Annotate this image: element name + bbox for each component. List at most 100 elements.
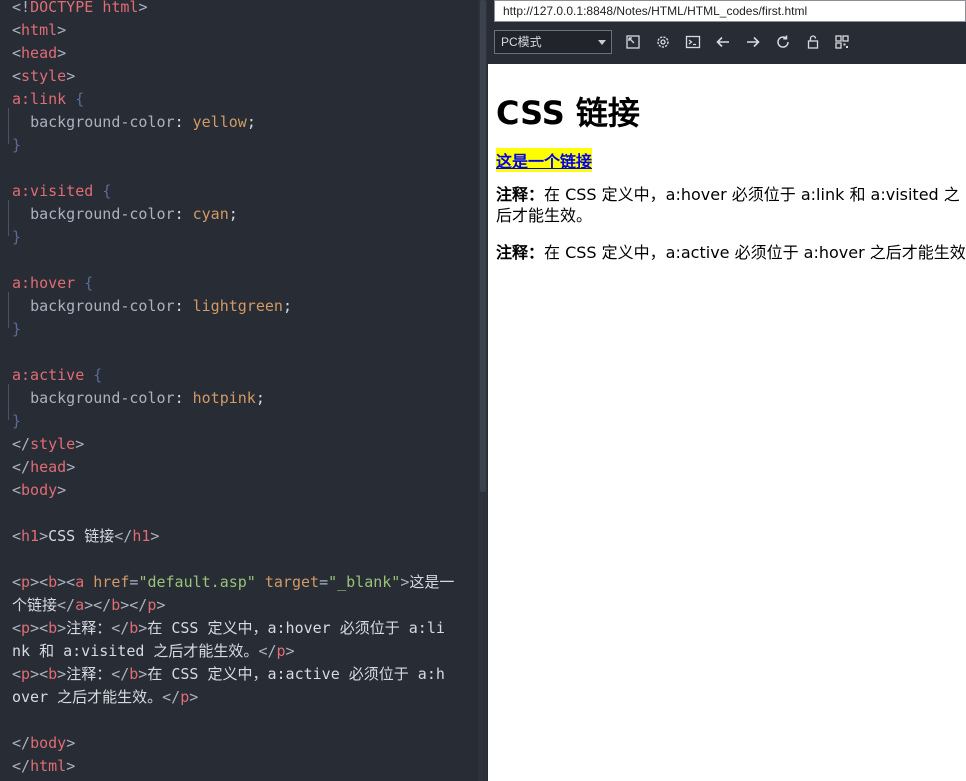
code-token: p [21, 665, 31, 683]
code-token: h1 [21, 527, 40, 545]
code-line: background-color: cyan; [12, 203, 238, 226]
code-token: 在 CSS 定义中，a:hover 必须位于 a:li [147, 619, 445, 637]
code-line: a:active { [12, 364, 102, 387]
code-token: ></ [84, 596, 112, 614]
code-token: </ [111, 665, 130, 683]
lock-icon[interactable] [804, 33, 822, 51]
code-token: p [180, 688, 190, 706]
indent-guide [8, 108, 9, 144]
code-token: html [102, 0, 139, 16]
code-line: background-color: lightgreen; [12, 295, 292, 318]
indent-guide [8, 384, 9, 420]
code-token: 在 CSS 定义中，a:active 必须位于 a:h [147, 665, 445, 683]
code-token: b [48, 619, 58, 637]
code-line: <style> [12, 65, 75, 88]
note-paragraph-active: 注释：在 CSS 定义中，a:active 必须位于 a:hover 之后才能生… [496, 242, 966, 263]
code-token: { [84, 274, 94, 292]
code-token: } [12, 320, 22, 338]
code-token: { [102, 182, 112, 200]
code-token: = [319, 573, 329, 591]
code-token: < [12, 665, 22, 683]
code-token: >< [30, 573, 49, 591]
code-token: style [21, 67, 67, 85]
code-line: <p><b><a href="default.asp" target="_bla… [12, 571, 454, 594]
code-token: > [57, 21, 67, 39]
code-token: b [111, 596, 121, 614]
code-editor[interactable]: <!DOCTYPE html> <html> <head> <style> a:link… [0, 0, 478, 781]
code-token: > [57, 665, 67, 683]
code-token: > [285, 642, 295, 660]
editor-scrollbar-thumb[interactable] [480, 0, 486, 492]
url-bar[interactable]: http://127.0.0.1:8848/Notes/HTML/HTML_co… [494, 0, 966, 22]
code-token: : [174, 205, 193, 223]
code-token: </ [12, 435, 31, 453]
code-token: ; [228, 205, 238, 223]
page-heading: CSS 链接 [496, 94, 640, 132]
code-token: > [138, 0, 148, 16]
code-token: > [57, 481, 67, 499]
code-line: } [12, 318, 21, 341]
code-token: </ [12, 458, 31, 476]
device-mode-select[interactable]: PC模式 [494, 30, 612, 54]
qrcode-icon[interactable] [833, 33, 851, 51]
chevron-down-icon [598, 40, 606, 45]
code-token: cyan [192, 205, 229, 223]
note-paragraph-hover: 注释：在 CSS 定义中，a:hover 必须位于 a:link 和 a:vis… [496, 184, 964, 226]
settings-icon[interactable] [654, 33, 672, 51]
code-token: </ [162, 688, 181, 706]
code-line: </body> [12, 732, 75, 755]
code-token: </ [114, 527, 133, 545]
resize-icon[interactable] [624, 33, 642, 51]
terminal-icon[interactable] [684, 33, 702, 51]
code-token: >< [30, 619, 49, 637]
back-icon[interactable] [714, 33, 732, 51]
code-token: > [66, 734, 76, 752]
code-token: < [12, 527, 22, 545]
code-line: } [12, 226, 21, 249]
code-token: b [48, 573, 58, 591]
code-line: </style> [12, 433, 84, 456]
code-token: h1 [132, 527, 151, 545]
code-token: < [12, 21, 22, 39]
note-text: 在 CSS 定义中，a:active 必须位于 a:hover 之后才能生效。 [544, 243, 966, 262]
code-token: </ [12, 757, 31, 775]
code-token: "default.asp" [138, 573, 256, 591]
code-token: ></ [120, 596, 148, 614]
code-token: html [21, 21, 58, 39]
code-token: 这是一 [409, 573, 455, 591]
code-token: < [12, 67, 22, 85]
code-token: : [174, 113, 193, 131]
code-line: a:hover { [12, 272, 93, 295]
code-token: { [75, 90, 85, 108]
code-token: head [21, 44, 58, 62]
code-line: <html> [12, 19, 66, 42]
code-token: </ [57, 596, 76, 614]
code-token: b [48, 665, 58, 683]
code-token: head [30, 458, 67, 476]
code-token: p [276, 642, 286, 660]
code-token: background-color [30, 205, 175, 223]
page-viewport[interactable]: CSS 链接 这是一个链接 注释：在 CSS 定义中，a:hover 必须位于 … [488, 64, 966, 781]
code-token: 注释： [66, 665, 112, 683]
forward-icon[interactable] [744, 33, 762, 51]
code-token: < [12, 44, 22, 62]
code-token: "_blank" [328, 573, 401, 591]
code-token: > [156, 596, 166, 614]
code-token: background-color [30, 113, 175, 131]
code-token: body [30, 734, 67, 752]
code-line: over 之后才能生效。</p> [12, 686, 198, 709]
code-token: p [147, 596, 157, 614]
code-line: <p><b>注释：</b>在 CSS 定义中，a:active 必须位于 a:h [12, 663, 445, 686]
code-token: < [12, 481, 22, 499]
code-token: < [12, 619, 22, 637]
code-token: > [150, 527, 160, 545]
refresh-icon[interactable] [774, 33, 792, 51]
code-token: style [30, 435, 76, 453]
code-token: > [66, 757, 76, 775]
code-token: 注释： [66, 619, 112, 637]
demo-link[interactable]: 这是一个链接 [496, 148, 593, 172]
